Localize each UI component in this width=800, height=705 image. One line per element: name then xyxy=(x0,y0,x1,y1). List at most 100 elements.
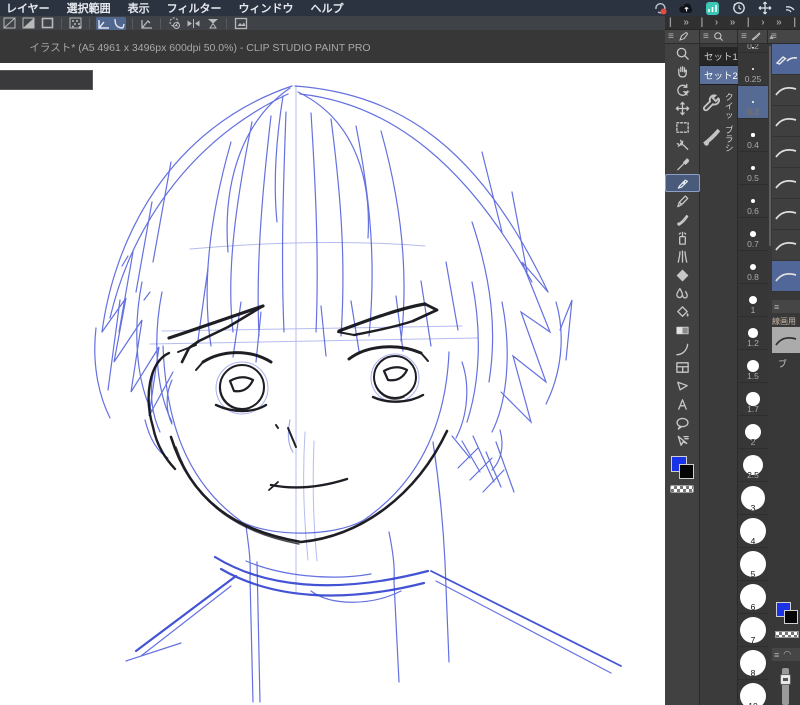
edge-subtool-row[interactable] xyxy=(772,230,800,261)
panel-collapse-toggle[interactable]: » xyxy=(776,17,782,28)
brush-size-cell[interactable]: 0.3 xyxy=(738,86,768,119)
panel-collapse-toggle[interactable]: | xyxy=(747,17,750,28)
brush-size-cell[interactable]: 0.4 xyxy=(738,119,768,152)
snap-grid-icon[interactable] xyxy=(139,17,154,30)
snap-special-ruler-icon[interactable] xyxy=(111,16,126,30)
brush-size-cell[interactable]: 0.8 xyxy=(738,251,768,284)
text-tool[interactable] xyxy=(665,396,700,415)
edge-subtool-row[interactable] xyxy=(772,168,800,199)
brush-size-cell[interactable]: 5 xyxy=(738,548,768,581)
airbrush-tool[interactable] xyxy=(665,229,700,248)
brush-size-cell[interactable]: 0.25 xyxy=(738,53,768,86)
menu-item[interactable]: ウィンドウ xyxy=(238,0,293,16)
brush-size-cell[interactable]: 8 xyxy=(738,647,768,680)
ruler-tool[interactable] xyxy=(665,377,700,396)
panel-collapse-toggle[interactable]: » xyxy=(683,17,689,28)
brush-size-cell[interactable]: 1.7 xyxy=(738,383,768,416)
panel-menu-icon[interactable]: ≡ xyxy=(668,31,674,42)
brush-size-cell[interactable]: 1.2 xyxy=(738,317,768,350)
move-layer-tool[interactable] xyxy=(665,100,700,119)
rotate-canvas-tool[interactable] xyxy=(665,81,700,100)
brush-size-cell[interactable]: 1 xyxy=(738,284,768,317)
figure-tool[interactable] xyxy=(665,340,700,359)
transparent-color-swatch[interactable] xyxy=(670,485,694,493)
edge-subtool-row[interactable] xyxy=(772,44,800,75)
edge-subtool-row[interactable] xyxy=(772,199,800,230)
menu-item[interactable]: 選択範囲 xyxy=(67,0,111,16)
brush-size-panel-header[interactable]: ≡ xyxy=(738,30,767,44)
edge-subtool-row[interactable] xyxy=(772,261,800,292)
menu-item[interactable]: レイヤー xyxy=(6,0,50,16)
fill-tool[interactable] xyxy=(665,303,700,322)
correct-line-tool[interactable] xyxy=(665,433,700,452)
brush-size-cell[interactable]: 7 xyxy=(738,614,768,647)
flip-horizontal-icon[interactable] xyxy=(186,17,201,30)
tool-palette-header[interactable]: ≡ xyxy=(665,30,699,44)
deselect-icon[interactable] xyxy=(2,17,17,30)
snap-ruler-icon[interactable] xyxy=(96,16,111,30)
wifi-partial-icon[interactable] xyxy=(783,2,798,15)
pen-tool[interactable] xyxy=(665,173,700,192)
menu-item[interactable]: 表示 xyxy=(128,0,150,16)
zoom-tool[interactable] xyxy=(665,44,700,63)
brush-size-cell[interactable]: 0.6 xyxy=(738,185,768,218)
menu-item[interactable]: フィルター xyxy=(167,0,222,16)
edge-item-thumbnail[interactable] xyxy=(772,327,800,353)
edge-slider-handle[interactable] xyxy=(780,674,791,685)
brush-size-cell[interactable]: 3 xyxy=(738,482,768,515)
brush-size-cell[interactable]: 4 xyxy=(738,515,768,548)
scroll-up-icon[interactable]: ▲ xyxy=(768,34,775,41)
panel-collapse-toggle[interactable]: › xyxy=(715,17,718,28)
panel-collapse-toggle[interactable]: | xyxy=(793,17,796,28)
eyedropper-tool[interactable] xyxy=(665,155,700,174)
move-arrows-icon[interactable] xyxy=(757,1,772,15)
panel-collapse-toggle[interactable]: › xyxy=(761,17,764,28)
edge-background-color-swatch[interactable] xyxy=(784,610,798,624)
subtool-panel-header[interactable]: ≡ xyxy=(700,30,737,44)
subtool-item-quick[interactable]: クイッ xyxy=(700,90,738,123)
pencil-tool[interactable] xyxy=(665,192,700,211)
brush-size-cell[interactable]: 0.7 xyxy=(738,218,768,251)
edge-subtool-row[interactable] xyxy=(772,137,800,168)
select-all-icon[interactable] xyxy=(40,17,55,30)
brush-size-cell[interactable]: 2 xyxy=(738,416,768,449)
sync-record-icon[interactable] xyxy=(653,2,668,15)
rotate-reset-icon[interactable] xyxy=(205,17,220,30)
panel-collapse-toggle[interactable]: | xyxy=(700,17,703,28)
eraser-tool[interactable] xyxy=(665,266,700,285)
frame-border-tool[interactable] xyxy=(665,359,700,378)
decoration-tool[interactable] xyxy=(665,248,700,267)
auto-select-tool[interactable] xyxy=(665,137,700,156)
invert-selection-icon[interactable] xyxy=(21,17,36,30)
brush-tool[interactable] xyxy=(665,211,700,230)
screen-mode-icon[interactable] xyxy=(233,17,248,30)
marquee-select-tool[interactable] xyxy=(665,118,700,137)
panel-collapse-toggle[interactable]: » xyxy=(730,17,736,28)
reset-display-icon[interactable] xyxy=(167,17,182,30)
panel-collapse-toggle[interactable]: | xyxy=(669,17,672,28)
canvas-area[interactable] xyxy=(0,63,665,705)
hand-tool[interactable] xyxy=(665,63,700,82)
edge-subpanel-header[interactable]: ≡ ◠ xyxy=(772,648,800,661)
tone-area-icon[interactable] xyxy=(68,17,83,30)
subtool-tab[interactable]: セット2 xyxy=(700,66,738,85)
gradient-tool[interactable] xyxy=(665,322,700,341)
edge-scrollbar[interactable] xyxy=(769,46,771,246)
edge-subtool-row[interactable] xyxy=(772,75,800,106)
cloud-upload-icon[interactable] xyxy=(679,2,694,15)
blend-tool[interactable] xyxy=(665,285,700,304)
background-color-swatch[interactable] xyxy=(679,464,694,479)
subtool-item-brush[interactable]: ブラシ xyxy=(700,123,738,156)
balloon-tool[interactable] xyxy=(665,414,700,433)
edge-transparent-color-swatch[interactable] xyxy=(775,631,799,638)
edge-subtool-row[interactable] xyxy=(772,106,800,137)
subtool-tab[interactable]: セット1 xyxy=(700,47,738,66)
signal-teal-icon[interactable] xyxy=(705,1,720,15)
brush-size-cell[interactable]: 6 xyxy=(738,581,768,614)
brush-size-cell[interactable]: 2.5 xyxy=(738,449,768,482)
menu-item[interactable]: ヘルプ xyxy=(310,0,343,16)
edge-subpanel-header[interactable]: ≡ xyxy=(772,300,800,313)
panel-menu-icon[interactable]: ≡ xyxy=(741,31,747,42)
brush-size-cell[interactable]: 0.5 xyxy=(738,152,768,185)
time-machine-icon[interactable] xyxy=(731,2,746,15)
